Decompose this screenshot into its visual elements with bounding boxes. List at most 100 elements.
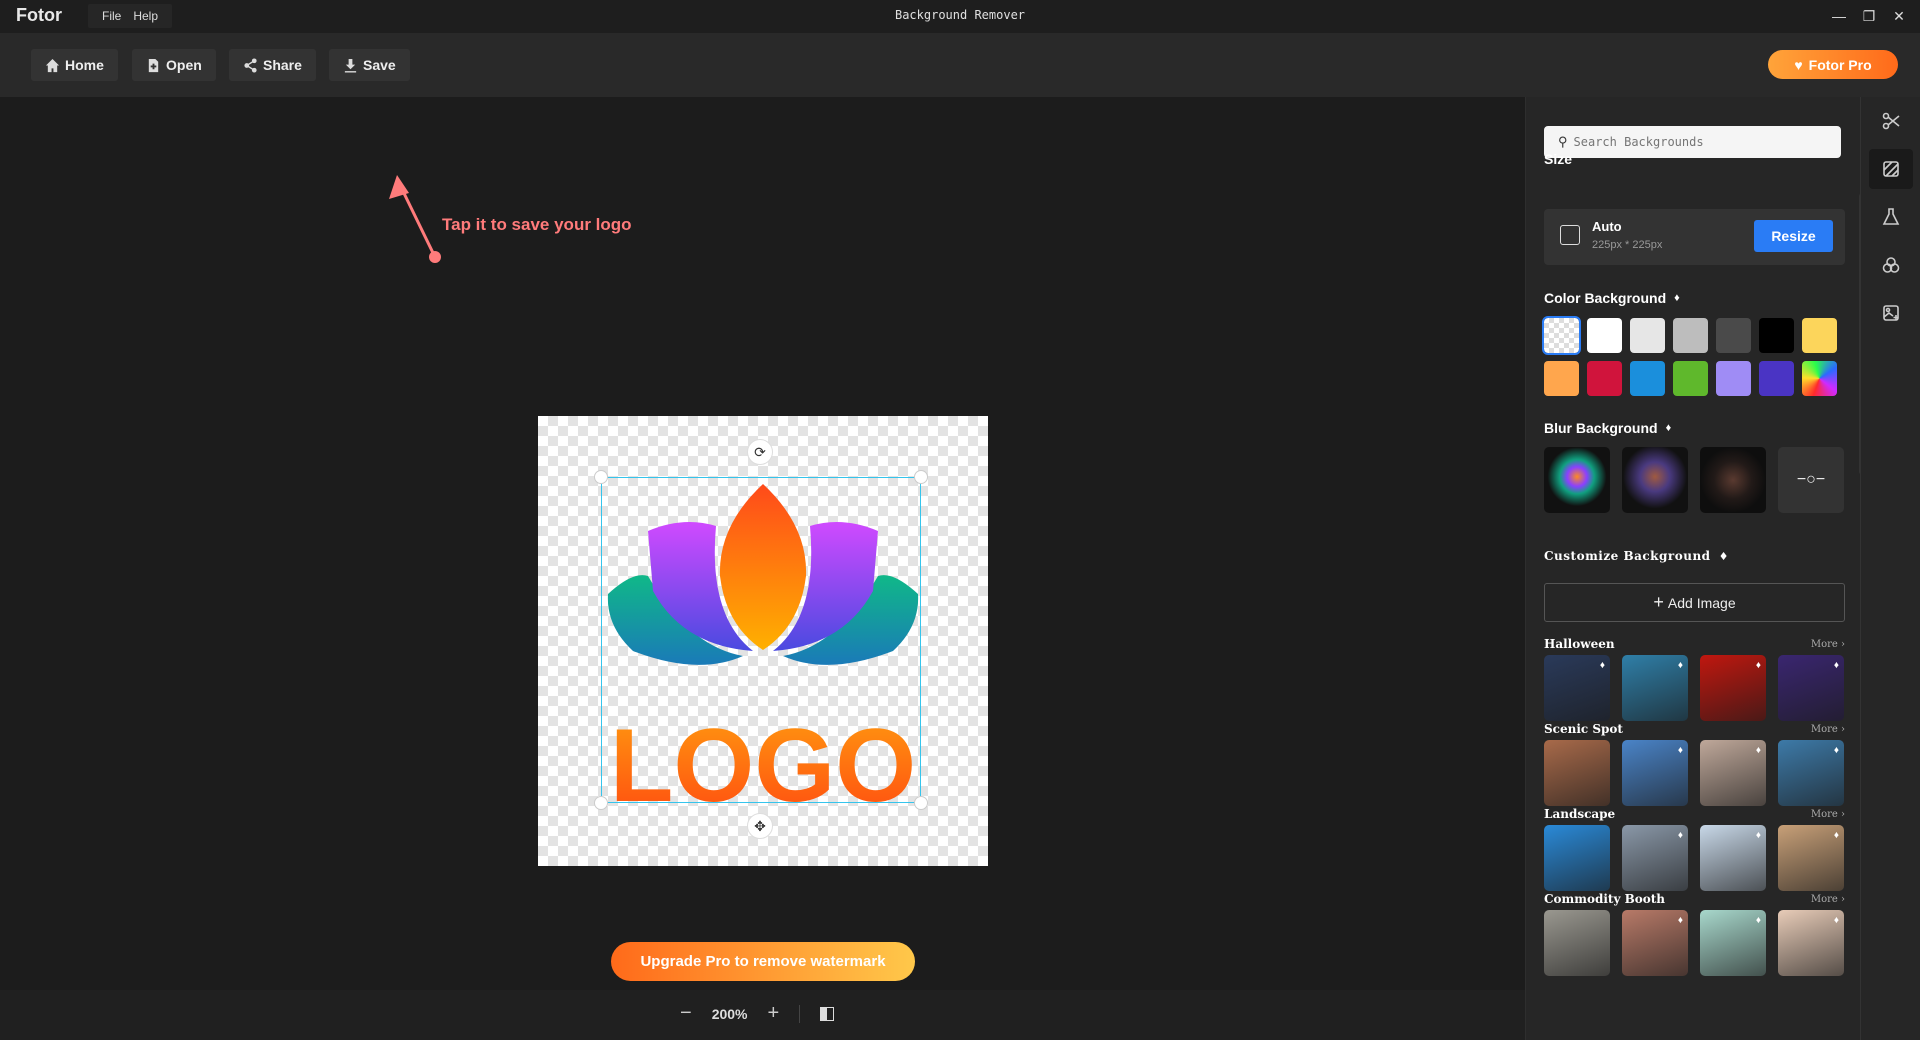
blur-option[interactable] <box>1622 447 1688 513</box>
window-title: Background Remover <box>894 8 1026 22</box>
search-icon: ⚲ <box>1558 134 1568 149</box>
add-image-button[interactable]: + Add Image <box>1544 583 1845 622</box>
background-pattern-icon <box>1883 161 1899 177</box>
background-thumbnail[interactable]: ♦ <box>1700 655 1766 721</box>
more-link[interactable]: More › <box>1811 809 1845 820</box>
cutout-tool[interactable] <box>1869 101 1913 141</box>
resize-handle[interactable] <box>594 470 608 484</box>
image-canvas[interactable]: LOGO ⟳ ✥ <box>538 416 988 866</box>
scissors-icon <box>1882 112 1900 130</box>
selection-box[interactable] <box>601 477 921 803</box>
blur-slider-button[interactable]: −○− <box>1778 447 1844 513</box>
home-icon <box>45 58 60 72</box>
color-swatch[interactable] <box>1759 318 1794 353</box>
zoom-in-button[interactable]: + <box>768 1002 780 1025</box>
more-link[interactable]: More › <box>1811 724 1845 735</box>
background-thumbnail[interactable]: ♦ <box>1700 740 1766 806</box>
zoom-level: 200% <box>711 1005 748 1022</box>
zoom-out-button[interactable]: − <box>680 1002 692 1025</box>
color-swatch[interactable] <box>1630 361 1665 396</box>
annotation-text: Tap it to save your logo <box>442 215 632 234</box>
compare-icon[interactable] <box>820 1006 835 1021</box>
background-thumbnail[interactable]: ♦ <box>1622 655 1688 721</box>
background-thumbnail[interactable]: ♦ <box>1778 910 1844 976</box>
save-button[interactable]: Save <box>329 49 410 81</box>
background-thumbnail[interactable]: ♦ <box>1544 655 1610 721</box>
close-icon[interactable]: ✕ <box>1888 4 1910 28</box>
share-button[interactable]: Share <box>229 49 316 81</box>
premium-diamond-icon: ♦ <box>1755 830 1761 841</box>
background-thumbnail[interactable]: ♦ <box>1778 655 1844 721</box>
diamond-icon: ♦ <box>1665 422 1672 434</box>
category-thumbnails: ♦ ♦ ♦ <box>1544 910 1844 976</box>
open-button[interactable]: Open <box>132 49 216 81</box>
more-link[interactable]: More › <box>1811 639 1845 650</box>
resize-handle[interactable] <box>914 796 928 810</box>
annotation-arrow <box>389 175 441 263</box>
rotate-icon[interactable]: ⟳ <box>747 439 773 465</box>
more-link[interactable]: More › <box>1811 894 1845 905</box>
background-thumbnail[interactable]: ♦ <box>1622 825 1688 891</box>
premium-diamond-icon: ♦ <box>1833 660 1839 671</box>
color-swatch[interactable] <box>1716 318 1751 353</box>
plus-icon: + <box>1653 592 1664 612</box>
color-swatch[interactable] <box>1716 361 1751 396</box>
ai-image-tool[interactable] <box>1869 293 1913 333</box>
resize-button[interactable]: Resize <box>1754 220 1833 252</box>
background-thumbnail[interactable]: ♦ <box>1700 910 1766 976</box>
background-thumbnail[interactable]: ♦ <box>1778 740 1844 806</box>
color-swatch[interactable] <box>1802 318 1837 353</box>
filters-tool[interactable] <box>1869 245 1913 285</box>
file-plus-icon <box>148 58 159 72</box>
color-swatch[interactable] <box>1544 361 1579 396</box>
color-swatch[interactable] <box>1542 316 1581 355</box>
category-thumbnails: ♦ ♦ ♦ ♦ <box>1544 655 1844 721</box>
background-thumbnail[interactable] <box>1544 910 1610 976</box>
background-panel: ⚲ Size Auto 225px * 225px Resize Color B… <box>1525 97 1860 1040</box>
background-thumbnail[interactable]: ♦ <box>1778 825 1844 891</box>
maximize-icon[interactable]: ❐ <box>1858 4 1880 28</box>
upgrade-pro-button[interactable]: Upgrade Pro to remove watermark <box>611 942 915 981</box>
move-icon[interactable]: ✥ <box>747 813 773 839</box>
home-button[interactable]: Home <box>31 49 118 81</box>
color-swatch[interactable] <box>1587 318 1622 353</box>
search-box[interactable]: ⚲ <box>1544 126 1841 158</box>
color-swatches <box>1542 316 1837 396</box>
premium-diamond-icon: ♦ <box>1677 915 1683 926</box>
category-header: Halloween More › <box>1544 637 1845 651</box>
resize-handle[interactable] <box>914 470 928 484</box>
divider <box>799 1004 801 1023</box>
background-thumbnail[interactable] <box>1544 740 1610 806</box>
premium-diamond-icon: ♦ <box>1599 660 1605 671</box>
share-icon <box>244 57 257 73</box>
color-swatch[interactable] <box>1673 361 1708 396</box>
blur-background-title: Blur Background ♦ <box>1544 420 1672 436</box>
category-title: Halloween <box>1544 637 1615 651</box>
color-swatch[interactable] <box>1630 318 1665 353</box>
background-thumbnail[interactable] <box>1544 825 1610 891</box>
color-swatch[interactable] <box>1759 361 1794 396</box>
resize-handle[interactable] <box>594 796 608 810</box>
background-thumbnail[interactable]: ♦ <box>1622 910 1688 976</box>
background-thumbnail[interactable]: ♦ <box>1622 740 1688 806</box>
blur-option[interactable] <box>1544 447 1610 513</box>
effects-tool[interactable] <box>1869 197 1913 237</box>
color-swatch[interactable] <box>1673 318 1708 353</box>
premium-diamond-icon: ♦ <box>1677 745 1683 756</box>
minimize-icon[interactable]: — <box>1828 4 1850 28</box>
color-swatch[interactable] <box>1802 361 1837 396</box>
background-tool[interactable] <box>1869 149 1913 189</box>
zoom-bar: − 200% + <box>0 990 1525 1040</box>
size-title: Size <box>1544 151 1573 167</box>
premium-diamond-icon: ♦ <box>1755 660 1761 671</box>
color-swatch[interactable] <box>1587 361 1622 396</box>
background-thumbnail[interactable]: ♦ <box>1700 825 1766 891</box>
fotor-pro-button[interactable]: ♥ Fotor Pro <box>1768 50 1898 79</box>
tool-rail <box>1860 97 1920 1040</box>
premium-diamond-icon: ♦ <box>1755 915 1761 926</box>
search-input[interactable] <box>1573 135 1824 149</box>
image-icon <box>1560 225 1580 245</box>
size-mode: Auto <box>1592 219 1622 234</box>
diamond-icon: ♥ <box>1794 56 1803 73</box>
blur-option[interactable] <box>1700 447 1766 513</box>
